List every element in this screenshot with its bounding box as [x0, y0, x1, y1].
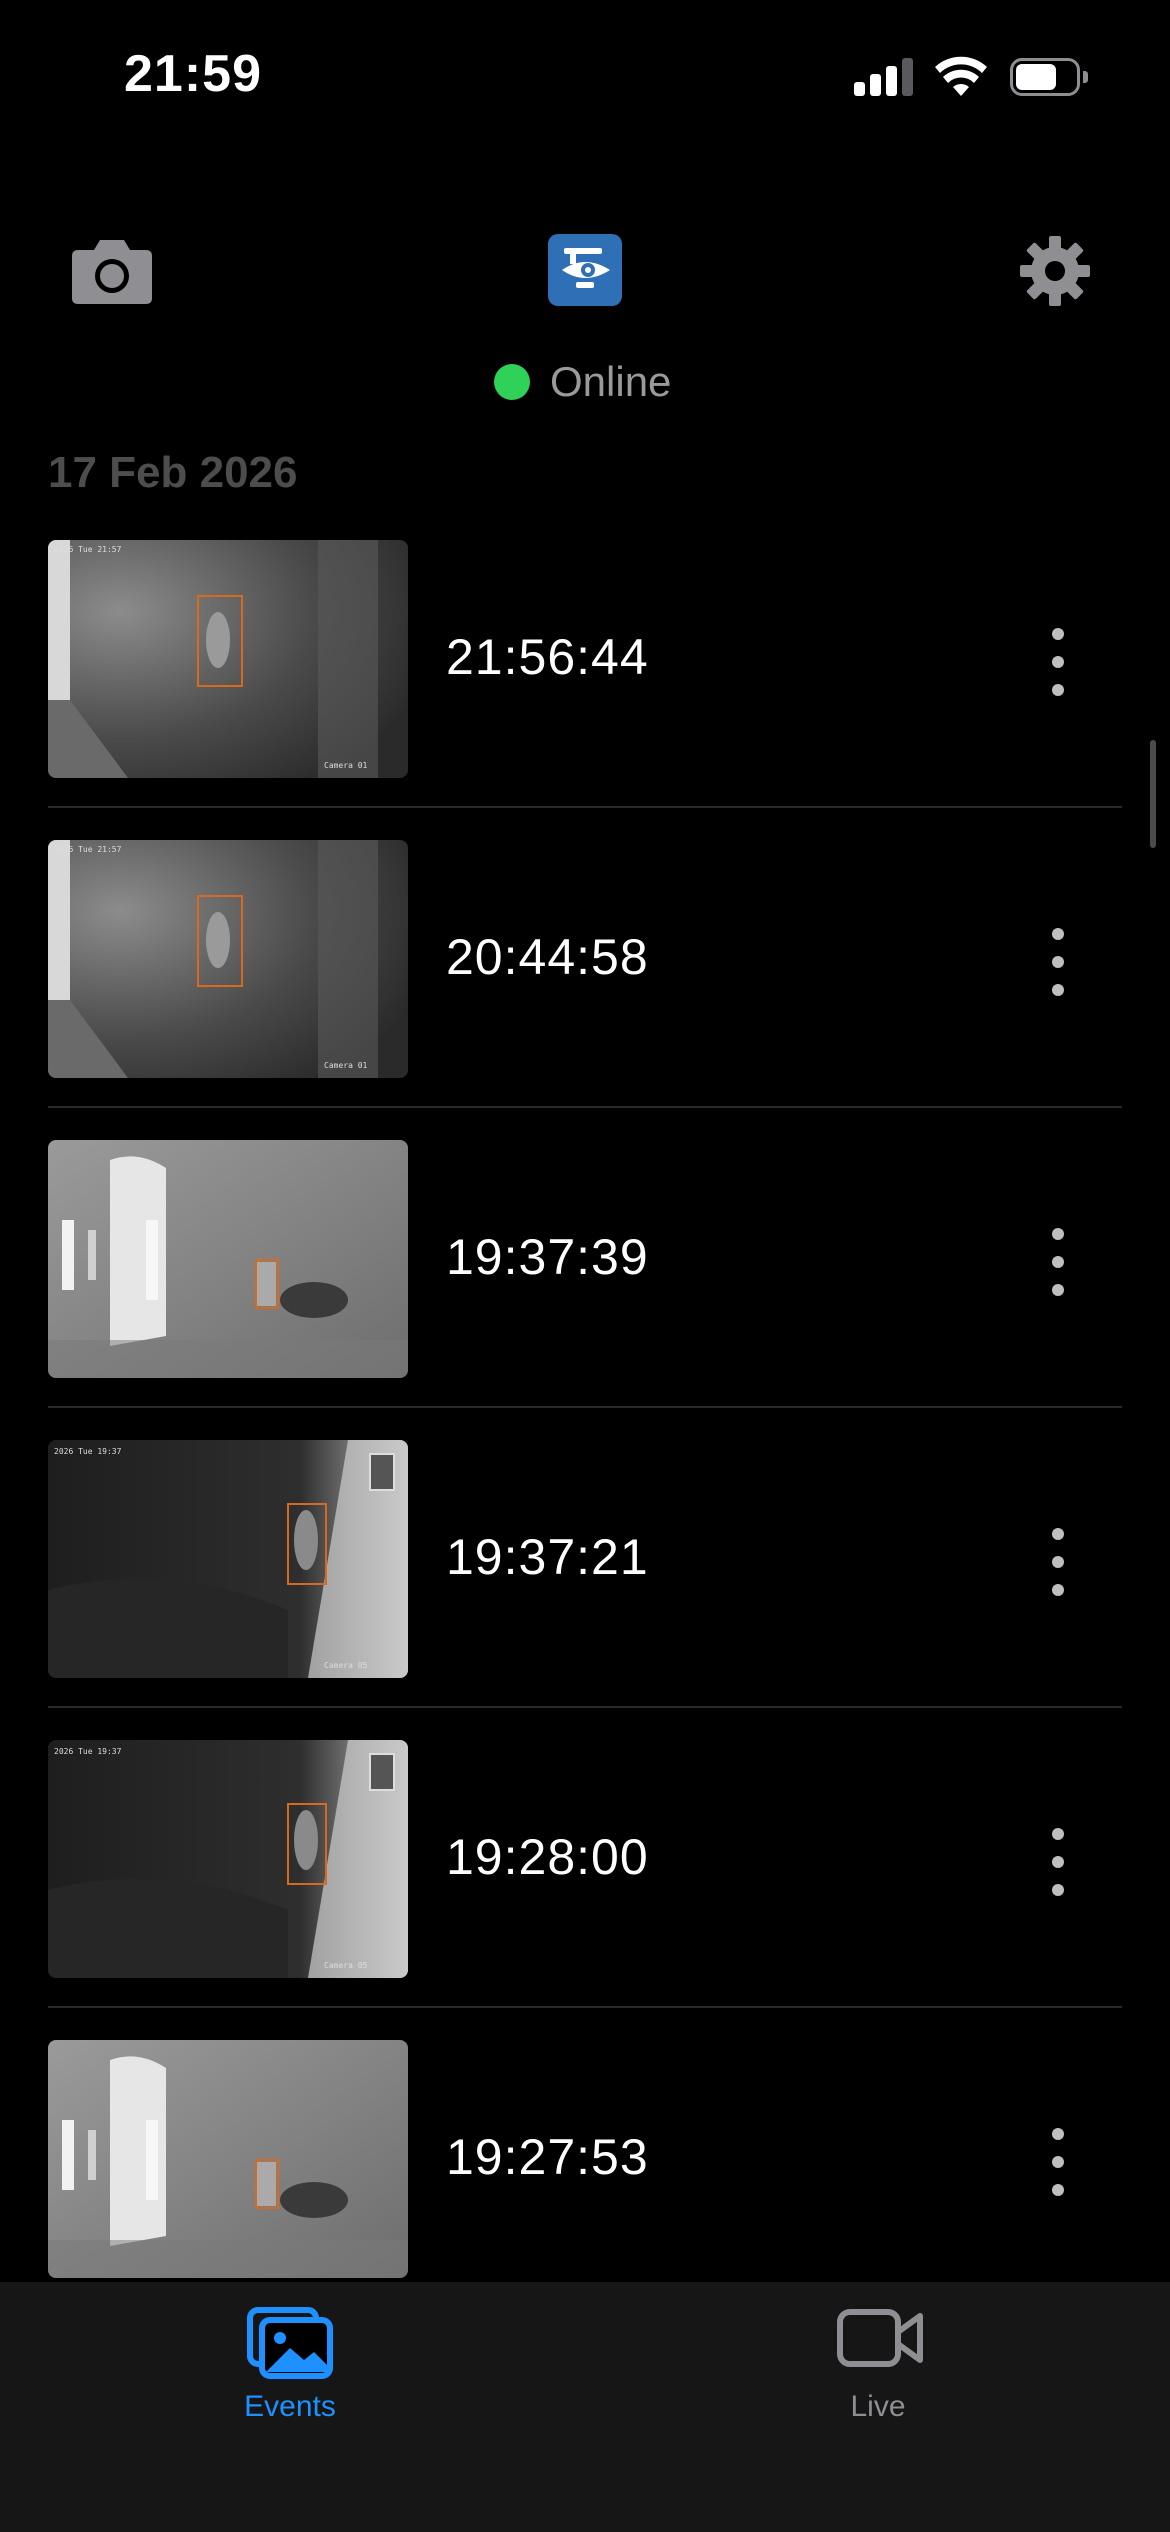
ellipsis-dot	[1052, 1556, 1064, 1568]
more-options-button[interactable]	[1028, 2122, 1088, 2202]
event-time: 20:44:58	[446, 929, 649, 985]
ellipsis-vertical-icon	[1052, 928, 1064, 940]
event-snapshot	[48, 1140, 408, 1378]
tab-events[interactable]: Events	[140, 2282, 440, 2442]
ellipsis-vertical-icon	[1052, 1828, 1064, 1840]
settings-button[interactable]	[1018, 234, 1092, 308]
event-thumbnail[interactable]: 2026 Tue 19:37 Camera 05	[48, 1740, 408, 1978]
scroll-indicator[interactable]	[1150, 740, 1156, 848]
gear-icon	[1020, 236, 1090, 306]
event-time: 19:37:39	[446, 1229, 649, 1285]
tab-live[interactable]: Live	[728, 2282, 1028, 2442]
connection-status: Online	[494, 356, 671, 408]
svg-text:2026 Tue 19:37: 2026 Tue 19:37	[54, 1747, 122, 1756]
event-time: 19:28:00	[446, 1829, 649, 1885]
event-row[interactable]: 2026 Tue 21:57 Camera 01 20:44:58	[48, 840, 1122, 1140]
app-root: 21:59 Online 17 Feb 2026 2026 Tue 21:57 …	[0, 0, 1170, 2532]
event-thumbnail[interactable]: 2026 Tue 19:37 Camera 05	[48, 1440, 408, 1678]
event-row[interactable]: 2026 Tue 19:37 Camera 05 19:37:21	[48, 1440, 1122, 1740]
more-options-button[interactable]	[1028, 1822, 1088, 1902]
row-divider	[48, 1706, 1122, 1708]
event-row[interactable]: 19:37:39	[48, 1140, 1122, 1440]
event-thumbnail[interactable]: 2026 Tue 21:57 Camera 01	[48, 540, 408, 778]
ellipsis-dot	[1052, 956, 1064, 968]
tab-events-label: Events	[244, 2390, 336, 2423]
svg-text:2026 Tue 21:57: 2026 Tue 21:57	[54, 545, 122, 554]
tab-live-label: Live	[850, 2390, 906, 2423]
event-snapshot	[48, 2040, 408, 2278]
status-time: 21:59	[124, 45, 262, 103]
photos-icon	[247, 2307, 333, 2379]
ellipsis-dot	[1052, 1256, 1064, 1268]
svg-text:Camera 05: Camera 05	[324, 1661, 368, 1670]
ellipsis-dot	[1052, 2156, 1064, 2168]
ellipsis-dot	[1052, 1856, 1064, 1868]
event-snapshot: 2026 Tue 21:57 Camera 01	[48, 540, 408, 778]
svg-text:2026 Tue 21:57: 2026 Tue 21:57	[54, 845, 122, 854]
connection-status-label: Online	[550, 358, 672, 405]
camera-snapshot-button[interactable]	[70, 236, 154, 306]
event-time: 19:37:21	[446, 1529, 649, 1585]
row-divider	[48, 806, 1122, 808]
event-snapshot: 2026 Tue 21:57 Camera 01	[48, 840, 408, 1078]
event-time: 19:27:53	[446, 2129, 649, 2185]
app-logo-icon	[548, 234, 622, 306]
svg-text:Camera 01: Camera 01	[324, 1061, 368, 1070]
status-bar: 21:59	[0, 0, 1170, 150]
event-row[interactable]: 2026 Tue 19:37 Camera 05 19:28:00	[48, 1740, 1122, 2040]
battery-icon	[1010, 58, 1090, 98]
event-row[interactable]: 2026 Tue 21:57 Camera 01 21:56:44	[48, 540, 1122, 840]
ellipsis-dot	[1052, 984, 1064, 996]
online-status-dot	[494, 364, 530, 400]
ellipsis-dot	[1052, 1284, 1064, 1296]
camera-icon	[72, 240, 152, 304]
video-camera-icon	[837, 2309, 923, 2367]
event-time: 21:56:44	[446, 629, 649, 685]
ellipsis-dot	[1052, 656, 1064, 668]
ellipsis-vertical-icon	[1052, 628, 1064, 640]
more-options-button[interactable]	[1028, 922, 1088, 1002]
ellipsis-dot	[1052, 1884, 1064, 1896]
date-section-header: 17 Feb 2026	[48, 448, 298, 497]
svg-text:Camera 05: Camera 05	[324, 1961, 368, 1970]
tab-bar: Events Live	[0, 2282, 1170, 2532]
event-thumbnail[interactable]: 2026 Tue 21:57 Camera 01	[48, 840, 408, 1078]
ellipsis-dot	[1052, 684, 1064, 696]
ellipsis-vertical-icon	[1052, 1528, 1064, 1540]
row-divider	[48, 2006, 1122, 2008]
event-thumbnail[interactable]	[48, 2040, 408, 2278]
ellipsis-vertical-icon	[1052, 2128, 1064, 2140]
ellipsis-vertical-icon	[1052, 1228, 1064, 1240]
row-divider	[48, 1106, 1122, 1108]
wifi-icon	[934, 56, 988, 98]
ellipsis-dot	[1052, 2184, 1064, 2196]
event-thumbnail[interactable]	[48, 1140, 408, 1378]
row-divider	[48, 1406, 1122, 1408]
more-options-button[interactable]	[1028, 1222, 1088, 1302]
event-snapshot: 2026 Tue 19:37 Camera 05	[48, 1740, 408, 1978]
event-snapshot: 2026 Tue 19:37 Camera 05	[48, 1440, 408, 1678]
svg-text:Camera 01: Camera 01	[324, 761, 368, 770]
ellipsis-dot	[1052, 1584, 1064, 1596]
cellular-signal-icon	[854, 56, 914, 96]
svg-text:2026 Tue 19:37: 2026 Tue 19:37	[54, 1447, 122, 1456]
more-options-button[interactable]	[1028, 1522, 1088, 1602]
more-options-button[interactable]	[1028, 622, 1088, 702]
